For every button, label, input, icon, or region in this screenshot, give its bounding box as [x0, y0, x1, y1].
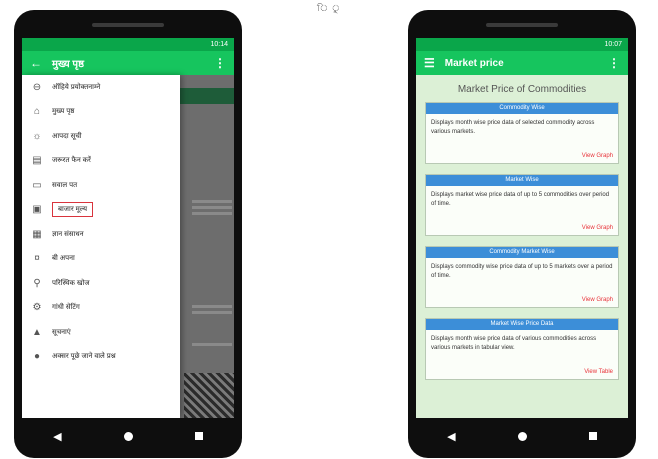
drawer-item-label: बी अपना: [52, 255, 75, 263]
dimmed-image: [184, 373, 234, 418]
page-title: Market Price of Commodities: [457, 84, 587, 95]
sun-icon: ☼: [32, 130, 42, 142]
drawer-item[interactable]: ⊖ ऑहिये प्रयोक्तनाम्ने: [22, 75, 180, 100]
drawer-item-label: गांधी सेटिंग: [52, 304, 80, 312]
more-vertical-icon[interactable]: ⋮: [608, 56, 620, 70]
account-circle-icon: ⊖: [32, 81, 42, 93]
market-card: Commodity Market Wise Displays commodity …: [425, 246, 619, 308]
dimmed-text-line: [192, 206, 232, 209]
drawer-item-label: ज्ञान संसाधन: [52, 230, 84, 238]
dimmed-text-line: [192, 212, 232, 215]
calendar-icon: ▣: [32, 204, 42, 216]
market-price-page: Market Price of Commodities Commodity Wi…: [416, 75, 628, 418]
drawer-item[interactable]: ¤ बी अपना: [22, 247, 180, 272]
card-header: Commodity Market Wise: [426, 247, 618, 258]
app-bar-title: मुख्य पृष्ठ: [52, 59, 84, 70]
market-card: Commodity Wise Displays month wise price …: [425, 102, 619, 164]
dimmed-text-line: [192, 200, 232, 203]
card-header: Commodity Wise: [426, 103, 618, 114]
home-circle-icon[interactable]: [123, 431, 133, 441]
phone-speaker: [486, 23, 558, 27]
drawer-item[interactable]: ▣ बाजार मूल्य: [22, 198, 180, 223]
back-triangle-icon[interactable]: ◀: [53, 430, 61, 443]
system-nav-bar: ◀: [416, 418, 628, 454]
right-phone-screen: 10:07 ☰ Market price ⋮ Market Price of C…: [416, 38, 628, 418]
chat-icon: ▭: [32, 179, 42, 191]
drawer-item-label: आपदा सूची: [52, 132, 82, 140]
drawer-item-label: सवाल पत: [52, 181, 78, 189]
arrow-back-icon[interactable]: ←: [30, 56, 42, 70]
dimmed-banner: [172, 88, 234, 104]
card-list: Commodity Wise Displays month wise price …: [416, 102, 628, 380]
dimmed-text-line: [192, 305, 232, 308]
market-card: Market Wise Displays market wise price da…: [425, 174, 619, 236]
phone-speaker: [92, 23, 164, 27]
more-vertical-icon[interactable]: ⋮: [214, 56, 226, 70]
drawer-item[interactable]: ▲ सूचनाएं: [22, 320, 180, 345]
bell-icon: ▲: [32, 326, 42, 338]
navigation-drawer: ⊖ ऑहिये प्रयोक्तनाम्ने ⌂ मुख्य पृष्ठ ☼ आपदा स…: [22, 75, 180, 418]
menu-icon[interactable]: ☰: [424, 56, 435, 70]
dimmed-text-line: [192, 343, 232, 346]
card-description: Displays month wise price data of select…: [431, 120, 595, 135]
view-link[interactable]: View Graph: [582, 225, 613, 231]
settings-icon: ⚙: [32, 302, 42, 314]
drawer-item-label: परिस्थिक खोज: [52, 279, 90, 287]
drawer-item-label: बाजार मूल्य: [52, 202, 94, 218]
app-bar: ← मुख्य पृष्ठ ⋮: [22, 51, 234, 75]
search-icon: ⚲: [33, 277, 41, 289]
drawer-item[interactable]: ⚲ परिस्थिक खोज: [22, 271, 180, 296]
drawer-item-label: जरूरत फैन करें: [52, 157, 91, 165]
cart-icon: ¤: [34, 253, 40, 265]
drawer-item-label: सूचनाएं: [52, 328, 71, 336]
recents-square-icon[interactable]: [588, 432, 597, 440]
drawer-item-label: अक्सर पूछे जाने वाले प्रश्न: [52, 353, 116, 361]
app-bar-title: Market price: [444, 57, 504, 69]
document-icon: ▤: [32, 155, 42, 167]
left-phone-screen: 10:14 ← मुख्य पृष्ठ ⋮ ⊖ ऑहिये प्रयोक्तनाम…: [22, 38, 234, 418]
status-time: 10:14: [210, 41, 228, 48]
status-time: 10:07: [604, 41, 622, 48]
drawer-item[interactable]: ⌂ मुख्य पृष्ठ: [22, 100, 180, 125]
card-description: Displays commodity wise price data of up…: [431, 264, 613, 279]
home-circle-icon[interactable]: [517, 431, 527, 441]
system-nav-bar: ◀: [22, 418, 234, 454]
dimmed-text-line: [192, 311, 232, 314]
drawer-item-label: ऑहिये प्रयोक्तनाम्ने: [52, 83, 101, 91]
drawer-item[interactable]: ☼ आपदा सूची: [22, 124, 180, 149]
card-header: Market Wise Price Data: [426, 319, 618, 330]
drawer-item-label: मुख्य पृष्ठ: [52, 108, 75, 116]
drawer-item[interactable]: ▭ सवाल पत: [22, 173, 180, 198]
view-link[interactable]: View Graph: [582, 153, 613, 159]
view-link[interactable]: View Graph: [582, 297, 613, 303]
left-phone-frame: 10:14 ← मुख्य पृष्ठ ⋮ ⊖ ऑहिये प्रयोक्तनाम…: [14, 10, 242, 458]
status-bar: 10:14: [22, 38, 234, 51]
status-bar: 10:07: [416, 38, 628, 51]
market-card: Market Wise Price Data Displays month wis…: [425, 318, 619, 380]
card-description: Displays month wise price data of variou…: [431, 336, 597, 351]
card-description: Displays market wise price data of up to…: [431, 192, 610, 207]
gallery-icon: ▦: [32, 228, 42, 240]
view-link[interactable]: View Table: [584, 369, 613, 375]
app-bar: ☰ Market price ⋮: [416, 51, 628, 75]
drawer-item[interactable]: ● अक्सर पूछे जाने वाले प्रश्न: [22, 345, 180, 370]
info-icon: ●: [33, 351, 41, 363]
drawer-item[interactable]: ⚙ गांधी सेटिंग: [22, 296, 180, 321]
drawer-item[interactable]: ▤ जरूरत फैन करें: [22, 149, 180, 174]
card-header: Market Wise: [426, 175, 618, 186]
home-icon: ⌂: [33, 106, 41, 118]
recents-square-icon[interactable]: [194, 432, 203, 440]
back-triangle-icon[interactable]: ◀: [447, 430, 455, 443]
right-phone-frame: 10:07 ☰ Market price ⋮ Market Price of C…: [408, 10, 636, 458]
drawer-item[interactable]: ▦ ज्ञान संसाधन: [22, 222, 180, 247]
